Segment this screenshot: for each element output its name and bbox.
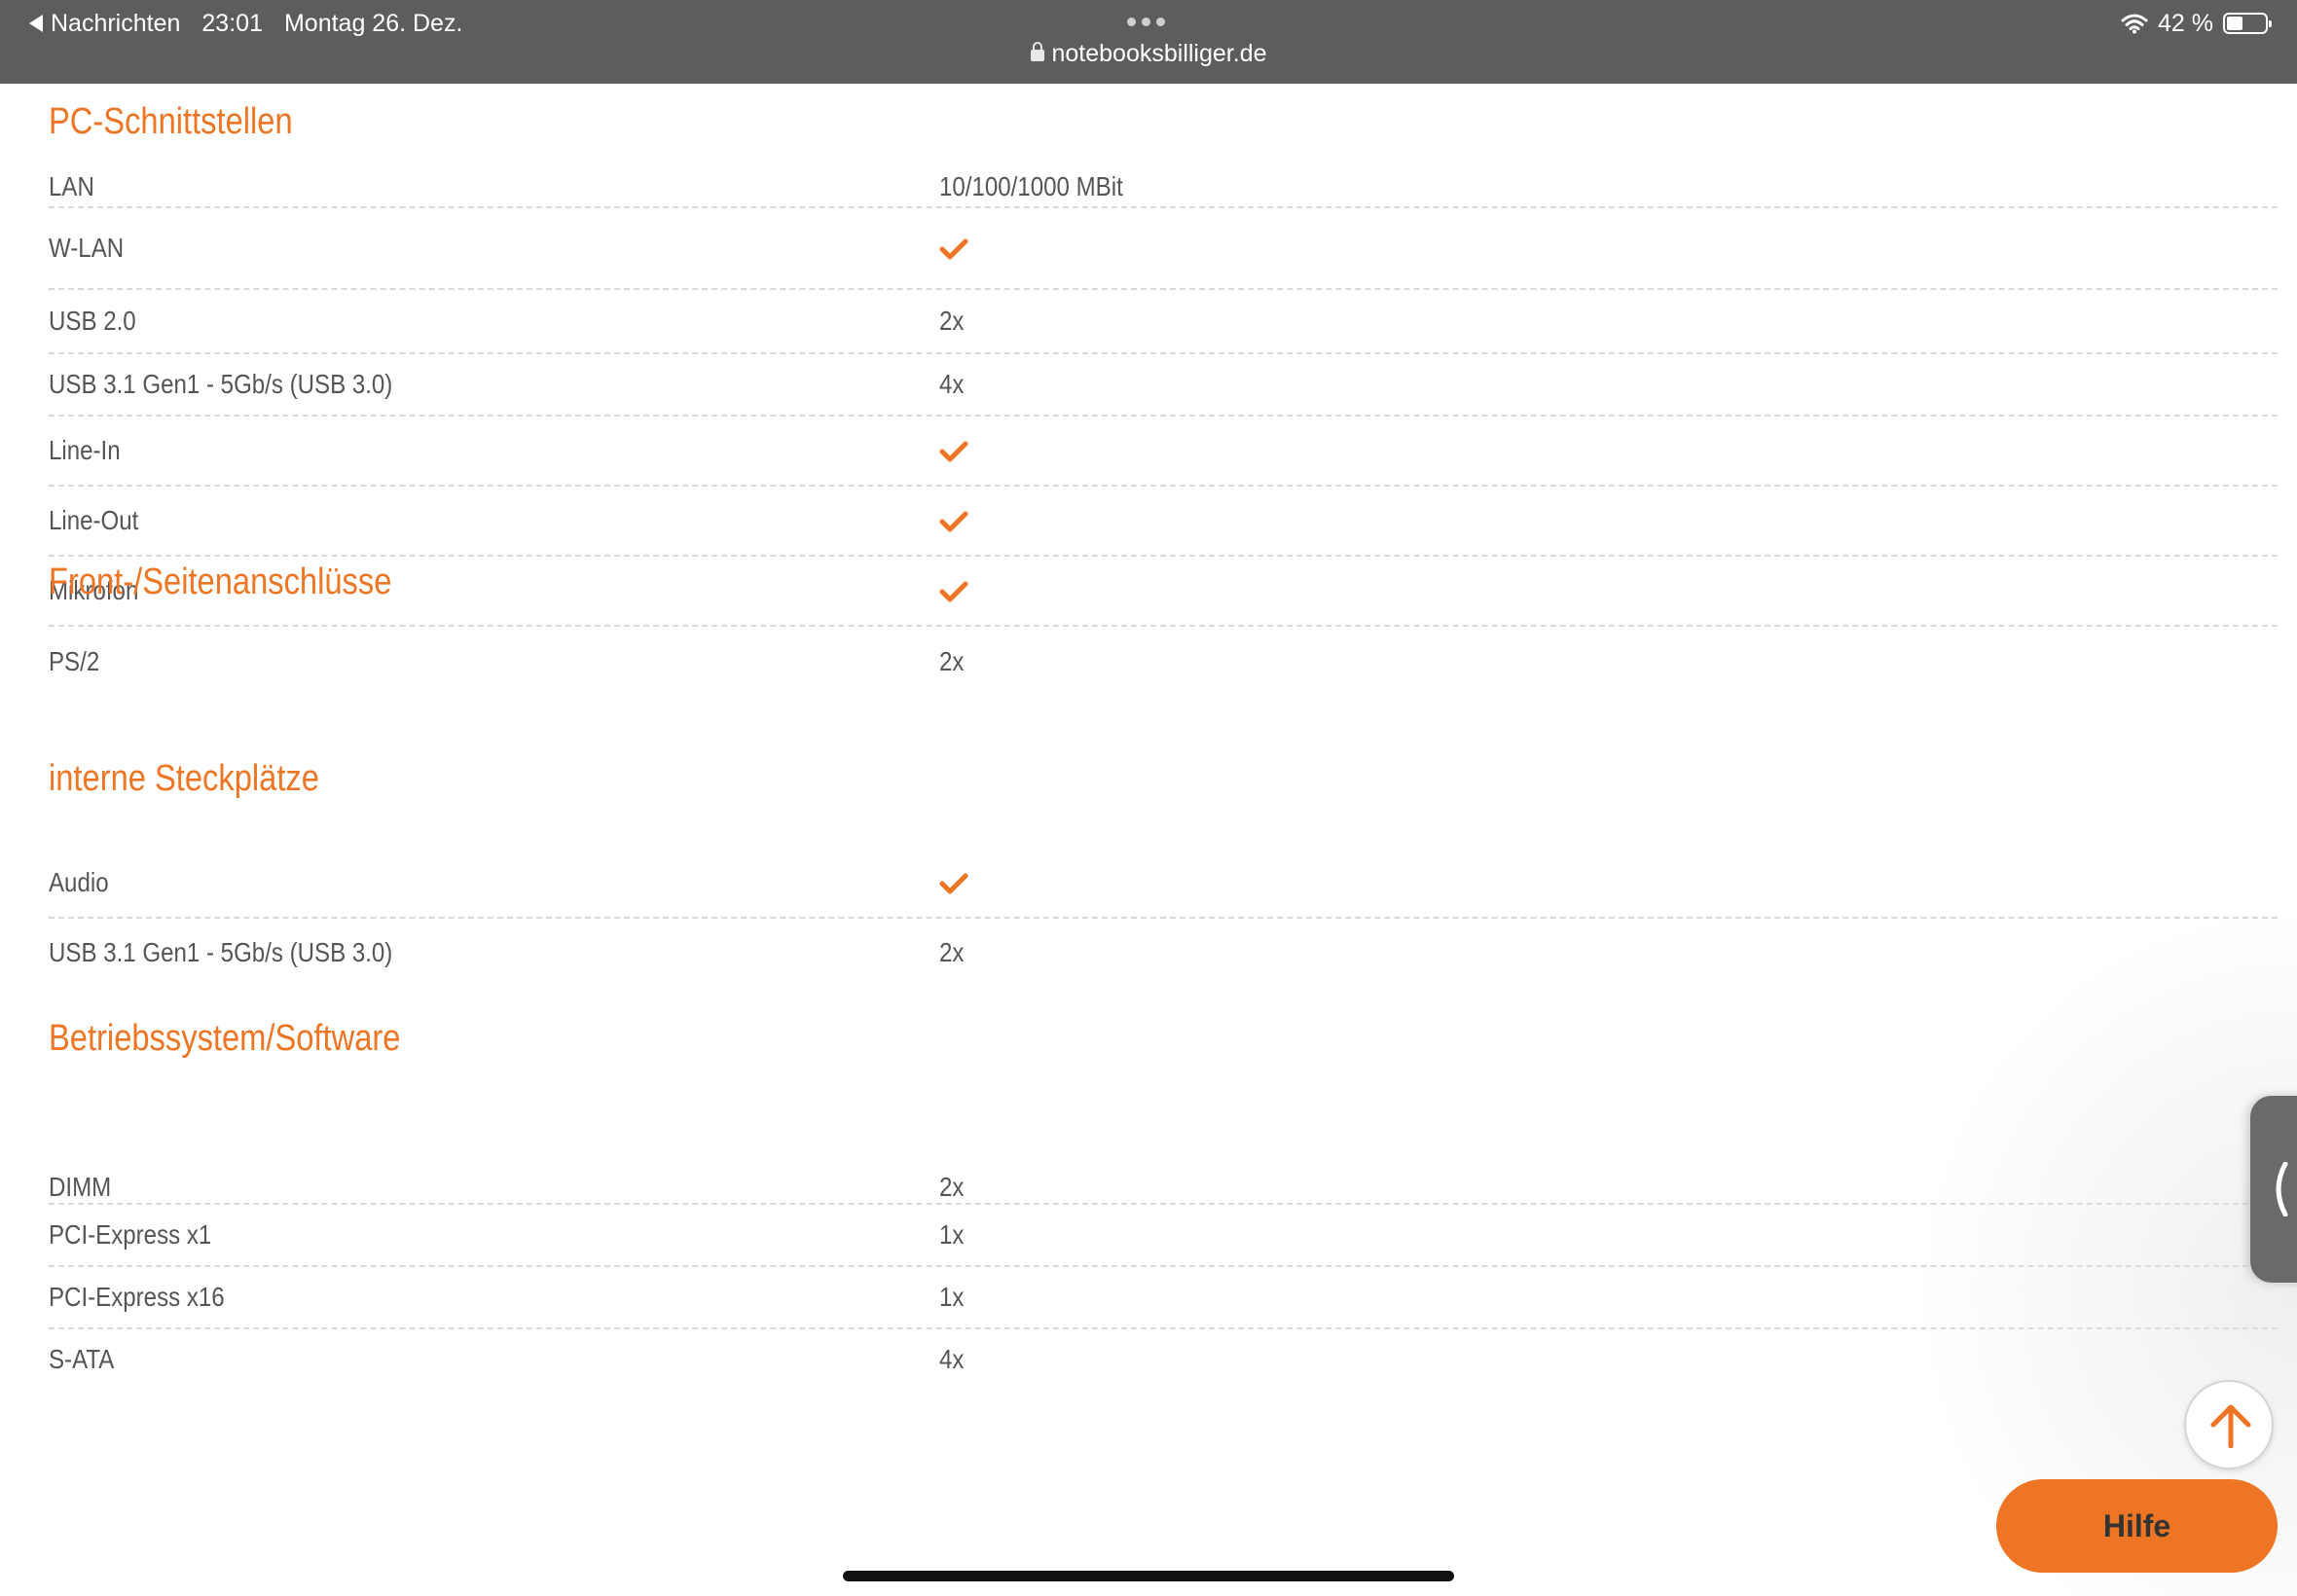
lock-icon (1030, 42, 1044, 61)
section-title-front-seitenanschluesse: Front-/Seitenanschlüsse (49, 562, 392, 602)
chevron-left-icon (2276, 1162, 2288, 1216)
status-time: 23:01 (201, 9, 263, 37)
status-left: Nachrichten 23:01 Montag 26. Dez. (29, 8, 484, 39)
spec-row: Audio (49, 849, 2278, 919)
spec-label: PS/2 (49, 646, 100, 676)
spec-label: PCI-Express x1 (49, 1219, 212, 1250)
browser-status-bar: Nachrichten 23:01 Montag 26. Dez. notebo… (0, 0, 2297, 84)
spec-label: LAN (49, 170, 94, 201)
section-title-betriebssystem-software: Betriebssystem/Software (49, 1018, 401, 1059)
spec-label: W-LAN (49, 233, 125, 263)
wifi-icon (2121, 14, 2148, 34)
spec-row: USB 3.1 Gen1 - 5Gb/s (USB 3.0) 4x (49, 354, 2278, 417)
spec-label: S-ATA (49, 1344, 115, 1374)
back-arrow-icon (29, 15, 43, 32)
battery-percent: 42 % (2158, 9, 2213, 37)
spec-label: DIMM (49, 1171, 112, 1202)
spec-value: 1x (939, 1219, 965, 1250)
side-panel-toggle[interactable] (2250, 1096, 2297, 1283)
arrow-up-icon (2210, 1404, 2251, 1448)
section-title-pc-schnittstellen: PC-Schnittstellen (49, 101, 293, 142)
url-domain: notebooksbilliger.de (1051, 40, 1267, 67)
spec-row: USB 3.1 Gen1 - 5Gb/s (USB 3.0) 2x (49, 919, 2278, 989)
checkmark-icon (939, 441, 968, 462)
spec-value: 4x (939, 1344, 965, 1374)
spec-label: Line-Out (49, 505, 139, 535)
spec-value: 4x (939, 369, 965, 399)
spec-row: W-LAN (49, 208, 2278, 290)
spec-value: 2x (939, 646, 965, 676)
spec-value: 1x (939, 1282, 965, 1312)
spec-label: USB 3.1 Gen1 - 5Gb/s (USB 3.0) (49, 369, 393, 399)
spec-label: Line-In (49, 435, 121, 465)
battery-icon (2223, 13, 2272, 34)
checkmark-icon (939, 581, 968, 602)
spec-value: 2x (939, 306, 965, 336)
spec-row: DIMM 2x (49, 1171, 2278, 1205)
spec-row: PCI-Express x16 1x (49, 1267, 2278, 1329)
checkmark-icon (939, 238, 968, 260)
spec-row: Line-Out (49, 487, 2278, 557)
section-title-interne-steckplaetze: interne Steckplätze (49, 758, 319, 799)
home-indicator[interactable] (843, 1571, 1454, 1581)
url-bar[interactable]: notebooksbilliger.de (0, 40, 2297, 68)
multitasking-dots-icon[interactable] (1127, 18, 1165, 26)
spec-value: 10/100/1000 MBit (939, 170, 1123, 201)
spec-row: LAN 10/100/1000 MBit (49, 166, 2278, 208)
back-to-app-button[interactable]: Nachrichten (29, 10, 180, 38)
spec-value: 2x (939, 1171, 965, 1202)
checkmark-icon (939, 511, 968, 532)
checkmark-icon (939, 873, 968, 894)
spec-label: USB 2.0 (49, 306, 136, 336)
spec-label: PCI-Express x16 (49, 1282, 225, 1312)
spec-label: USB 3.1 Gen1 - 5Gb/s (USB 3.0) (49, 937, 393, 967)
help-button[interactable]: Hilfe (1996, 1479, 2278, 1573)
status-right: 42 % (2121, 8, 2272, 39)
spec-row: Line-In (49, 417, 2278, 487)
spec-row: PCI-Express x1 1x (49, 1205, 2278, 1267)
spec-value: 2x (939, 937, 965, 967)
scroll-to-top-button[interactable] (2184, 1380, 2274, 1469)
back-app-label: Nachrichten (51, 9, 181, 37)
spec-row: USB 2.0 2x (49, 290, 2278, 354)
spec-row: PS/2 2x (49, 627, 2278, 699)
spec-label: Audio (49, 867, 109, 897)
status-date: Montag 26. Dez. (283, 9, 463, 37)
spec-row: S-ATA 4x (49, 1329, 2278, 1392)
